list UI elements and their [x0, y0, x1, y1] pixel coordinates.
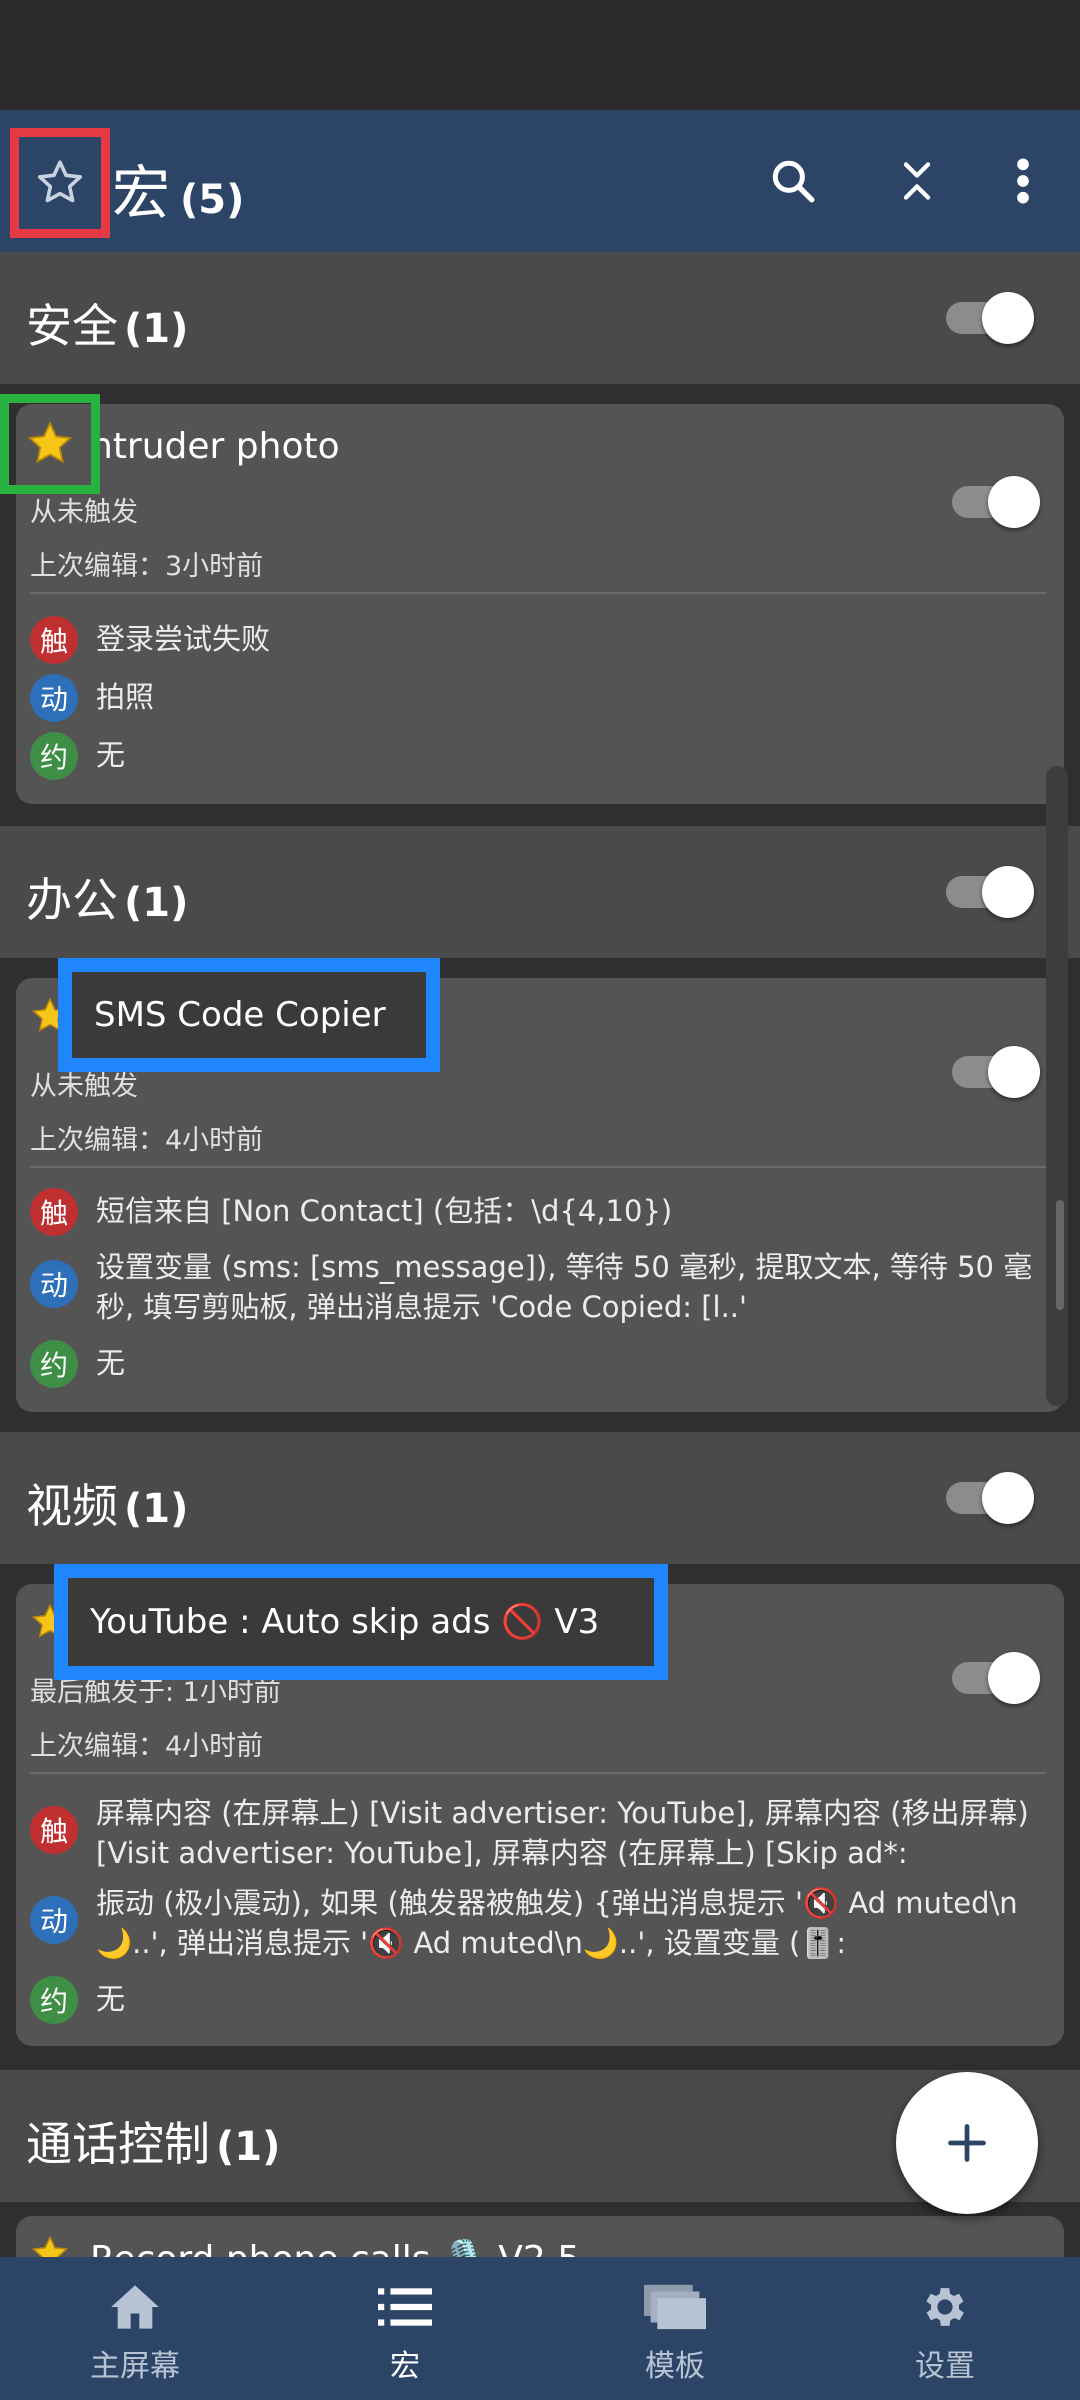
- action-row: 动 振动 (极小震动), 如果 (触发器被触发) {弹出消息提示 '🔇 Ad m…: [30, 1880, 1050, 1963]
- settings-icon: [926, 2288, 964, 2326]
- category-count: (1): [124, 1486, 189, 1532]
- bottom-navigation: 主屏幕 宏 模板 设置: [0, 2257, 1080, 2400]
- action-row: 动 设置变量 (sms: [sms_message]), 等待 50 毫秒, 提…: [30, 1244, 1050, 1327]
- page-title: 宏 (5): [112, 146, 244, 230]
- star-filled-icon: [31, 2235, 69, 2257]
- trigger-text: 短信来自 [Non Contact] (包括：\d{4,10}): [96, 1194, 673, 1228]
- trigger-row: 触 短信来自 [Non Contact] (包括：\d{4,10}): [30, 1188, 1050, 1236]
- trigger-badge: 触: [30, 616, 78, 664]
- star-outline-icon: [37, 160, 83, 203]
- templates-icon: [644, 2284, 706, 2330]
- macro-name: ntruder photo: [90, 426, 340, 467]
- divider: [30, 1772, 1046, 1774]
- constraint-row: 约 无: [30, 732, 1050, 780]
- nav-label: 主屏幕: [90, 2349, 180, 2384]
- macro-last-edited: 上次编辑：3小时前: [30, 551, 264, 582]
- macro-name-youtube-auto-skip-ads[interactable]: YouTube : Auto skip ads 🚫 V3: [54, 1564, 668, 1680]
- macro-toggle[interactable]: [952, 1046, 1040, 1098]
- category-label: 通话控制: [26, 2117, 210, 2171]
- nav-label: 模板: [645, 2349, 705, 2384]
- status-bar: [0, 0, 1080, 110]
- macro-card-intruder-photo[interactable]: ntruder photo 从未触发 上次编辑：3小时前 触 登录尝试失败 动 …: [16, 404, 1064, 804]
- constraint-text: 无: [96, 738, 126, 772]
- trigger-text: 屏幕内容 (在屏幕上) [Visit advertiser: YouTube],…: [96, 1796, 1029, 1870]
- action-badge: 动: [30, 1896, 78, 1944]
- trigger-badge: 触: [30, 1806, 78, 1854]
- category-count: (1): [216, 2124, 281, 2170]
- nav-tab-settings[interactable]: 设置: [810, 2257, 1080, 2400]
- constraint-text: 无: [96, 1982, 126, 2016]
- action-badge: 动: [30, 1260, 78, 1308]
- action-badge: 动: [30, 674, 78, 722]
- overflow-menu-button[interactable]: [986, 144, 1060, 218]
- divider: [30, 592, 1046, 594]
- search-icon: [772, 160, 815, 203]
- macro-toggle[interactable]: [952, 1652, 1040, 1704]
- constraint-row: 约 无: [30, 1976, 1050, 2024]
- category-header-video[interactable]: 视频 (1): [0, 1432, 1080, 1564]
- category-header-security[interactable]: 安全 (1): [0, 252, 1080, 384]
- macro-count: (5): [180, 177, 245, 223]
- nav-tab-macros[interactable]: 宏: [270, 2257, 540, 2400]
- nav-label: 设置: [915, 2349, 975, 2384]
- nav-tab-home[interactable]: 主屏幕: [0, 2257, 270, 2400]
- macro-name-sms-code-copier[interactable]: SMS Code Copier: [58, 958, 440, 1072]
- scrollbar-track[interactable]: [1046, 766, 1068, 1406]
- category-toggle[interactable]: [946, 1472, 1034, 1524]
- macro-card-record-phone-calls[interactable]: Record phone calls 🎙️ V2.5: [16, 2216, 1064, 2257]
- add-macro-button[interactable]: [896, 2072, 1038, 2214]
- page-title-text: 宏: [112, 159, 171, 227]
- macro-last-edited: 上次编辑：4小时前: [30, 1731, 264, 1762]
- category-toggle[interactable]: [946, 292, 1034, 344]
- trigger-badge: 触: [30, 1188, 78, 1236]
- action-row: 动 拍照: [30, 674, 1050, 722]
- category-count: (1): [124, 306, 189, 352]
- category-label: 办公: [26, 873, 118, 927]
- more-vertical-icon: [1017, 158, 1029, 204]
- trigger-row: 触 屏幕内容 (在屏幕上) [Visit advertiser: YouTube…: [30, 1790, 1050, 1873]
- macro-name: YouTube : Auto skip ads 🚫 V3: [90, 1602, 600, 1642]
- category-count: (1): [124, 880, 189, 926]
- scrollbar-thumb[interactable]: [1056, 1200, 1064, 1310]
- trigger-text: 登录尝试失败: [96, 622, 271, 656]
- search-button[interactable]: [756, 144, 830, 218]
- list-icon: [378, 2288, 432, 2326]
- favorite-star-button[interactable]: [0, 394, 100, 494]
- divider: [30, 1166, 1046, 1168]
- macro-list[interactable]: 安全 (1) ntruder photo 从未触发 上次编辑：3小时前 触 登录尝…: [0, 252, 1080, 2257]
- action-text: 拍照: [96, 680, 155, 714]
- category-label: 视频: [26, 1479, 118, 1533]
- collapse-all-button[interactable]: [880, 144, 954, 218]
- constraint-badge: 约: [30, 1976, 78, 2024]
- nav-label: 宏: [390, 2349, 420, 2384]
- favorites-filter-button[interactable]: [10, 128, 110, 238]
- macro-toggle[interactable]: [952, 476, 1040, 528]
- constraint-badge: 约: [30, 732, 78, 780]
- constraint-text: 无: [96, 1346, 126, 1380]
- category-toggle[interactable]: [946, 866, 1034, 918]
- macro-last-edited: 上次编辑：4小时前: [30, 1125, 264, 1156]
- nav-tab-templates[interactable]: 模板: [540, 2257, 810, 2400]
- macro-name: Record phone calls 🎙️ V2.5: [90, 2238, 580, 2257]
- macro-name: SMS Code Copier: [94, 995, 386, 1035]
- action-text: 设置变量 (sms: [sms_message]), 等待 50 毫秒, 提取文…: [96, 1250, 1033, 1324]
- constraint-badge: 约: [30, 1340, 78, 1388]
- star-filled-icon: [27, 421, 73, 464]
- app-bar: 宏 (5): [0, 110, 1080, 252]
- home-icon: [111, 2285, 159, 2329]
- macro-trigger-status: 从未触发: [30, 497, 138, 528]
- category-header-office[interactable]: 办公 (1): [0, 826, 1080, 958]
- plus-icon: [948, 2124, 986, 2162]
- constraint-row: 约 无: [30, 1340, 1050, 1388]
- action-text: 振动 (极小震动), 如果 (触发器被触发) {弹出消息提示 '🔇 Ad mut…: [96, 1886, 1018, 1960]
- trigger-row: 触 登录尝试失败: [30, 616, 1050, 664]
- collapse-icon: [903, 162, 931, 200]
- category-label: 安全: [26, 299, 118, 353]
